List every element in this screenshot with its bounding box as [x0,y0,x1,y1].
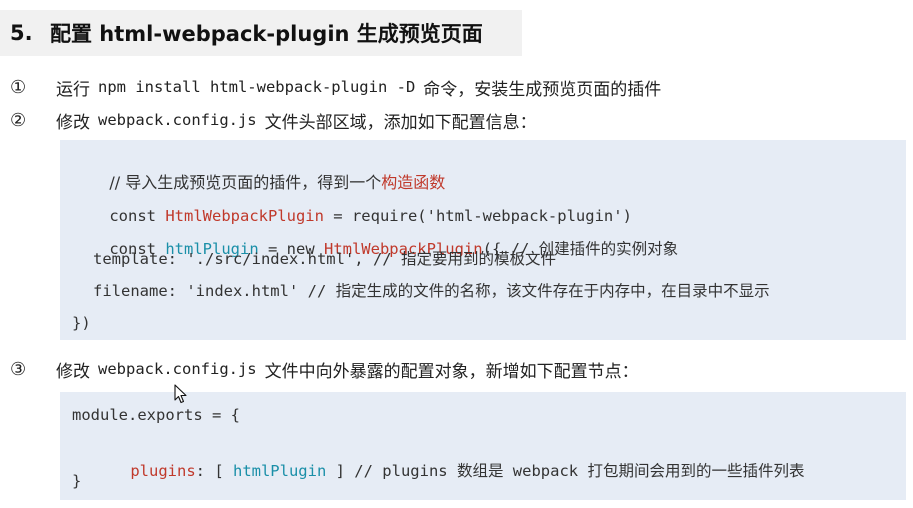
step-code: webpack.config.js [98,360,257,378]
step-marker: ① [10,76,27,98]
code-line: const htmlPlugin = new HtmlWebpackPlugin… [109,240,679,258]
code-line: // 导入生成预览页面的插件，得到一个构造函数 [109,173,446,192]
arrow-cursor-icon [174,384,187,404]
step-code: webpack.config.js [98,111,257,129]
section-title: 配置 html-webpack-plugin 生成预览页面 [50,22,483,46]
step-text: 文件头部区域，添加如下配置信息： [264,112,537,133]
section-heading: 5. 配置 html-webpack-plugin 生成预览页面 [0,10,522,56]
code-line: filename: 'index.html' // 指定生成的文件的名称，该文件… [93,282,770,300]
step-marker: ② [10,109,27,131]
code-line: const HtmlWebpackPlugin = require('html-… [109,207,632,225]
code-block-module-exports: module.exports = { plugins: [ htmlPlugin… [60,392,906,500]
step-text: 修改 [56,112,90,133]
code-line: module.exports = { [72,406,240,424]
step-text: 文件中向外暴露的配置对象，新增如下配置节点： [264,361,639,382]
code-line: plugins: [ htmlPlugin ] // plugins 数组是 w… [130,462,805,480]
step-text: 命令，安装生成预览页面的插件 [423,79,662,100]
step-text: 运行 [56,79,90,100]
step-text: 修改 [56,361,90,382]
step-3: ③ 修改 webpack.config.js 文件中向外暴露的配置对象，新增如下… [10,356,639,382]
section-number: 5. [10,21,33,45]
step-marker: ③ [10,358,27,380]
code-line: template: './src/index.html', // 指定要用到的模… [93,250,556,268]
code-line: }) [72,314,91,332]
code-block-plugin-import: // 导入生成预览页面的插件，得到一个构造函数 const HtmlWebpac… [60,140,906,340]
step-1: ① 运行 npm install html-webpack-plugin -D … [10,74,661,100]
step-code: npm install html-webpack-plugin -D [98,78,416,96]
step-2: ② 修改 webpack.config.js 文件头部区域，添加如下配置信息： [10,107,537,133]
code-line: } [72,472,82,490]
